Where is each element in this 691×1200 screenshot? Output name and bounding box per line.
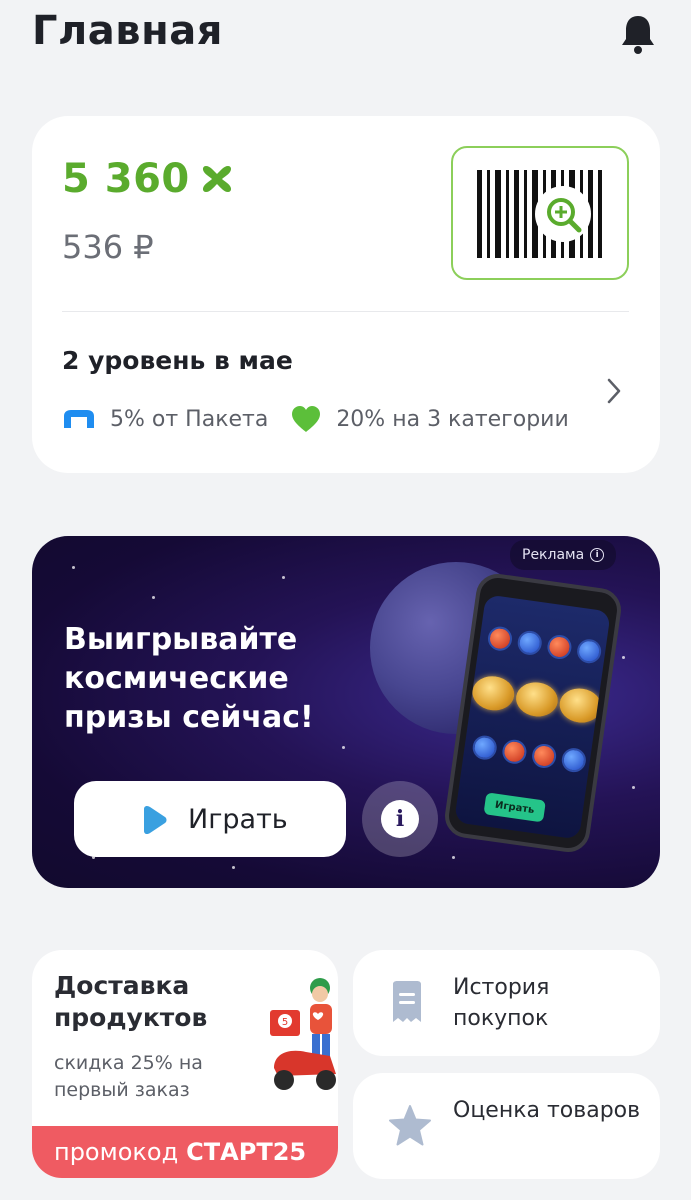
gem xyxy=(545,633,573,661)
header: Главная xyxy=(0,0,691,80)
gem-row xyxy=(486,625,603,665)
tile-label: История покупок xyxy=(453,975,550,1031)
phone-play-label: Играть xyxy=(483,792,546,823)
purchase-history-tile[interactable]: История покупок xyxy=(353,950,660,1056)
green-heart-icon xyxy=(292,406,321,432)
balance-card: 5 360 536 ₽ 2 уровень в мае 5% от Пакета… xyxy=(32,116,660,473)
info-icon: i xyxy=(381,800,419,838)
delivery-title: Доставка продуктов xyxy=(54,971,208,1032)
ad-badge[interactable]: Реклама i xyxy=(510,540,617,570)
play-label: Играть xyxy=(188,803,288,835)
info-icon: i xyxy=(590,548,605,562)
promo-code-strip[interactable]: промокод СТАРТ25 xyxy=(32,1126,338,1178)
barcode-button[interactable] xyxy=(451,146,629,280)
star-decoration xyxy=(452,856,455,859)
saturn-icon xyxy=(470,673,517,714)
star-decoration xyxy=(152,596,155,599)
x-points-icon xyxy=(202,166,231,192)
star-icon xyxy=(389,1105,431,1146)
points-value: 5 360 xyxy=(62,156,190,202)
saturn-row xyxy=(470,673,604,726)
delivery-card[interactable]: Доставка продуктов скидка 25% на первый … xyxy=(32,950,338,1178)
star-decoration xyxy=(72,566,75,569)
banner-title: Выигрывайте космические призы сейчас! xyxy=(64,622,314,735)
gem xyxy=(575,637,603,665)
delivery-subtitle: скидка 25% на первый заказ xyxy=(54,1052,203,1101)
saturn-icon xyxy=(557,685,604,726)
saturn-icon xyxy=(513,679,561,720)
star-decoration xyxy=(282,576,285,579)
notifications-button[interactable] xyxy=(614,10,662,58)
gem xyxy=(516,629,544,657)
perk-item: 20% на 3 категории xyxy=(290,404,569,434)
star-decoration xyxy=(622,656,625,659)
gem xyxy=(471,734,499,762)
rubles-balance: 536 ₽ xyxy=(62,228,154,266)
ad-label: Реклама xyxy=(522,547,585,563)
promo-prefix: промокод xyxy=(54,1138,179,1166)
perk-item: 5% от Пакета xyxy=(62,407,268,432)
phone-screen: Играть xyxy=(454,594,611,840)
page-title: Главная xyxy=(32,8,223,54)
bell-icon xyxy=(622,16,654,54)
gem xyxy=(500,738,528,766)
play-icon xyxy=(144,805,167,835)
barcode-zoom-icon xyxy=(477,170,602,258)
paket-logo-icon xyxy=(64,410,94,428)
star-decoration xyxy=(342,746,345,749)
receipt-icon xyxy=(393,981,421,1022)
tile-label: Оценка товаров xyxy=(453,1098,641,1123)
star-decoration xyxy=(632,786,635,789)
level-title: 2 уровень в мае xyxy=(62,346,293,375)
courier-illustration: 5 xyxy=(270,978,336,1090)
banner-info-button[interactable]: i xyxy=(362,781,438,857)
promo-banner[interactable]: Реклама i Выигрывайте космические призы … xyxy=(32,536,660,888)
points-balance[interactable]: 5 360 xyxy=(62,156,234,202)
gem-row xyxy=(471,734,588,774)
perk-label: 20% на 3 категории xyxy=(336,406,569,432)
gem xyxy=(486,625,514,653)
star-decoration xyxy=(232,866,235,869)
product-rating-tile[interactable]: Оценка товаров xyxy=(353,1073,660,1179)
perks-list: 5% от Пакета 20% на 3 категории xyxy=(62,404,591,434)
level-row[interactable]: 2 уровень в мае 5% от Пакета 20% на 3 ка… xyxy=(32,312,660,473)
play-button[interactable]: Играть xyxy=(74,781,346,857)
svg-text:5: 5 xyxy=(282,1017,288,1028)
gem xyxy=(560,746,588,774)
promo-code: СТАРТ25 xyxy=(186,1138,307,1166)
chevron-right-icon xyxy=(607,378,621,404)
gem xyxy=(530,742,558,770)
perk-label: 5% от Пакета xyxy=(110,406,269,432)
